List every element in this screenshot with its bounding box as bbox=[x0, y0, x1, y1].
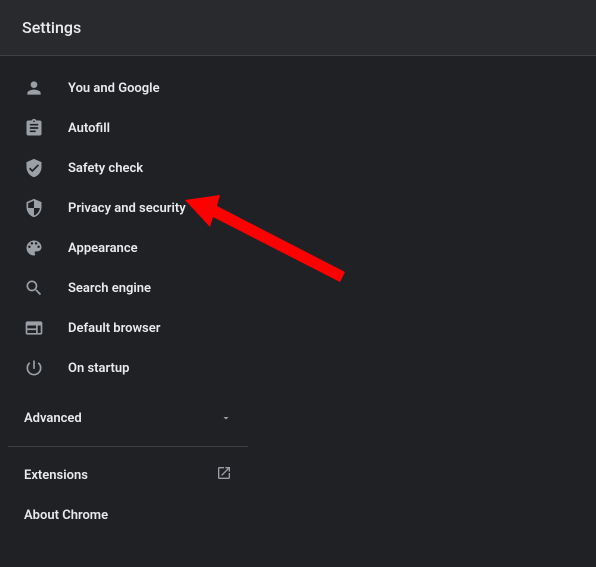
sidebar-item-label: Autofill bbox=[68, 121, 110, 136]
sidebar: You and Google Autofill Safety check Pri… bbox=[0, 56, 256, 535]
sidebar-item-you-and-google[interactable]: You and Google bbox=[0, 68, 256, 108]
sidebar-item-label: Safety check bbox=[68, 161, 143, 176]
divider bbox=[8, 446, 248, 447]
web-icon bbox=[24, 318, 44, 338]
search-icon bbox=[24, 278, 44, 298]
palette-icon bbox=[24, 238, 44, 258]
sidebar-item-appearance[interactable]: Appearance bbox=[0, 228, 256, 268]
page-title: Settings bbox=[22, 18, 81, 37]
sidebar-item-search-engine[interactable]: Search engine bbox=[0, 268, 256, 308]
sidebar-item-default-browser[interactable]: Default browser bbox=[0, 308, 256, 348]
verified-user-icon bbox=[24, 158, 44, 178]
sidebar-item-label: On startup bbox=[68, 361, 129, 376]
sidebar-item-label: Privacy and security bbox=[68, 201, 186, 216]
titlebar: Settings bbox=[0, 0, 596, 56]
sidebar-item-label: Appearance bbox=[68, 241, 138, 256]
sidebar-item-label: Search engine bbox=[68, 281, 151, 296]
security-icon bbox=[24, 198, 44, 218]
power-icon bbox=[24, 358, 44, 378]
chevron-down-icon bbox=[220, 409, 232, 428]
open-in-new-icon bbox=[216, 465, 232, 485]
sidebar-item-autofill[interactable]: Autofill bbox=[0, 108, 256, 148]
sidebar-item-extensions[interactable]: Extensions bbox=[0, 455, 256, 495]
assignment-icon bbox=[24, 118, 44, 138]
sidebar-item-label: Default browser bbox=[68, 321, 160, 336]
sidebar-item-on-startup[interactable]: On startup bbox=[0, 348, 256, 388]
sidebar-advanced-toggle[interactable]: Advanced bbox=[0, 398, 256, 438]
advanced-label: Advanced bbox=[24, 411, 82, 426]
extensions-label: Extensions bbox=[24, 468, 88, 483]
about-label: About Chrome bbox=[24, 508, 108, 523]
sidebar-item-label: You and Google bbox=[68, 81, 160, 96]
sidebar-item-safety-check[interactable]: Safety check bbox=[0, 148, 256, 188]
person-icon bbox=[24, 78, 44, 98]
sidebar-item-about-chrome[interactable]: About Chrome bbox=[0, 495, 256, 535]
sidebar-item-privacy-and-security[interactable]: Privacy and security bbox=[0, 188, 256, 228]
